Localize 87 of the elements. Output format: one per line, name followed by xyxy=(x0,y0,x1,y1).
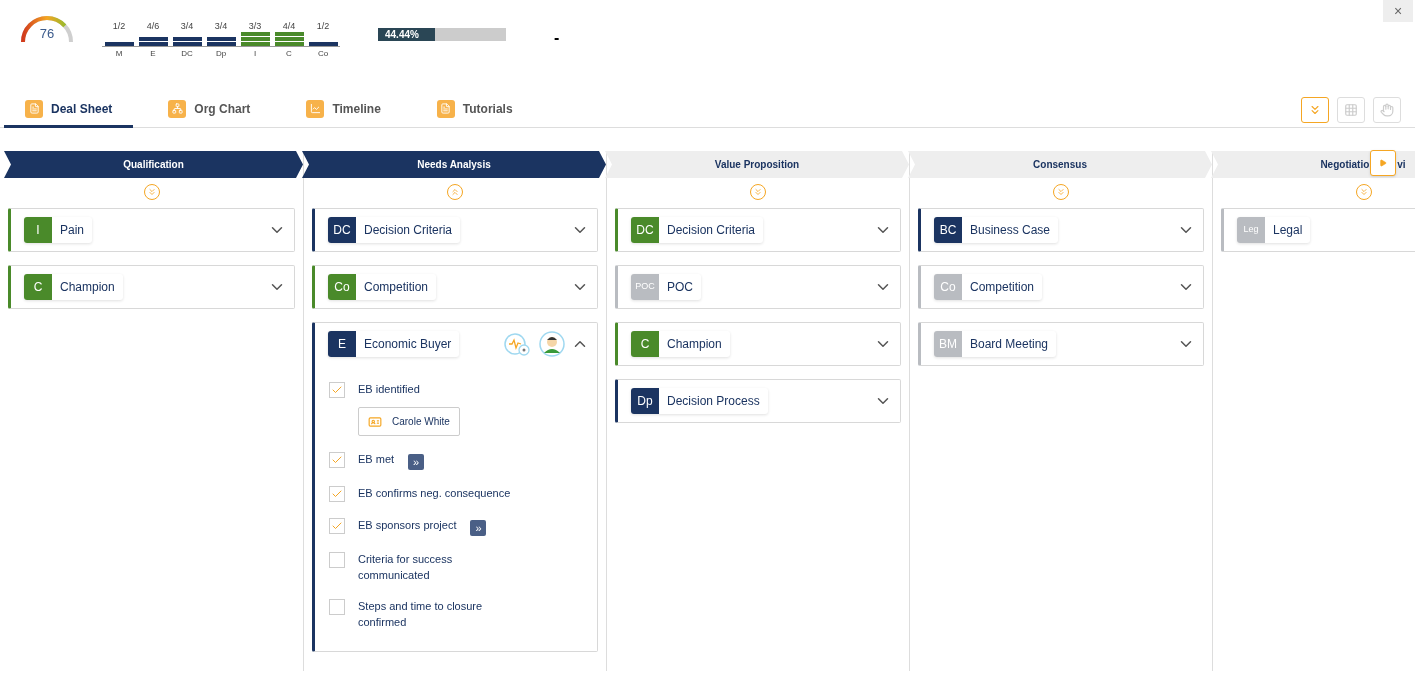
score-label: M xyxy=(115,48,123,60)
stage-step[interactable]: Qualification xyxy=(4,151,303,178)
section-title: Champion xyxy=(666,336,723,353)
play-icon xyxy=(1379,159,1387,167)
checklist-label: EB confirms neg. consequence xyxy=(358,486,511,501)
forward-button[interactable]: » xyxy=(408,454,425,470)
section-badge: DC xyxy=(328,217,356,243)
dash-text: - xyxy=(554,28,560,48)
section-badge: I xyxy=(24,217,52,243)
section-badge: C xyxy=(631,331,659,357)
score-fraction: 3/4 xyxy=(214,20,228,32)
checklist-label: Criteria for success communicated xyxy=(358,552,454,583)
score-fraction: 4/4 xyxy=(282,20,296,32)
avatar-icon xyxy=(539,331,565,357)
score-label: DC xyxy=(181,48,193,60)
checklist-label: Steps and time to closure confirmed xyxy=(358,599,484,630)
section-badge: Dp xyxy=(631,388,659,414)
section-badge: E xyxy=(328,331,356,357)
score-fraction: 4/6 xyxy=(146,20,160,32)
collapse-all-button[interactable] xyxy=(1301,97,1329,123)
hand-button[interactable] xyxy=(1373,97,1401,123)
section-title: Competition xyxy=(363,279,430,296)
section-title: Competition xyxy=(969,279,1036,296)
section-badge: POC xyxy=(631,274,659,300)
section-title: Champion xyxy=(59,279,116,296)
gauge-value: 76 xyxy=(38,25,56,43)
score-fraction: 3/3 xyxy=(248,20,262,32)
grid-icon xyxy=(1344,103,1358,117)
tab[interactable]: Org Chart xyxy=(147,92,272,128)
section-badge: BM xyxy=(934,331,962,357)
section-title: Pain xyxy=(59,222,86,239)
section-badge: C xyxy=(24,274,52,300)
checkbox[interactable] xyxy=(329,382,345,398)
section-badge: Co xyxy=(328,274,356,300)
section-title: Decision Criteria xyxy=(363,222,454,239)
check-icon xyxy=(331,488,343,500)
section-title: Decision Criteria xyxy=(666,222,757,239)
forward-button[interactable]: » xyxy=(470,520,487,536)
score-label: Co xyxy=(317,48,329,60)
tab[interactable]: Deal Sheet xyxy=(4,92,134,128)
score-label: I xyxy=(253,48,257,60)
checkbox[interactable] xyxy=(329,452,345,468)
score-label: Dp xyxy=(215,48,227,60)
section-title: Economic Buyer xyxy=(363,336,453,353)
section-title: Business Case xyxy=(969,222,1052,239)
score-fraction: 1/2 xyxy=(112,20,126,32)
checkbox[interactable] xyxy=(329,486,345,502)
section-badge: DC xyxy=(631,217,659,243)
score-fraction: 1/2 xyxy=(316,20,330,32)
tab-icon xyxy=(25,99,43,118)
section-badge: Leg xyxy=(1237,217,1265,243)
section-title: Board Meeting xyxy=(969,336,1050,353)
checklist-label: EB met xyxy=(358,452,395,467)
section-badge: Co xyxy=(934,274,962,300)
score-label: E xyxy=(150,48,156,60)
score-fraction: 3/4 xyxy=(180,20,194,32)
grid-button[interactable] xyxy=(1337,97,1365,123)
tab[interactable]: Timeline xyxy=(285,92,402,128)
checkbox[interactable] xyxy=(329,552,345,568)
double-chevron-icon xyxy=(1308,103,1322,117)
activity-icon xyxy=(503,332,531,356)
close-button[interactable]: × xyxy=(1383,0,1413,22)
checkbox[interactable] xyxy=(329,599,345,615)
tab-icon xyxy=(168,99,187,118)
section-title: Legal xyxy=(1272,222,1304,239)
stage-step[interactable]: Needs Analysis xyxy=(302,151,606,178)
progress-text: 44.44% xyxy=(385,28,419,41)
checklist-label: EB sponsors project xyxy=(358,518,457,533)
section-badge: BC xyxy=(934,217,962,243)
stage-step[interactable]: Consensus xyxy=(908,151,1212,178)
contact-icon xyxy=(368,414,382,429)
checkbox[interactable] xyxy=(329,518,345,534)
check-icon xyxy=(331,520,343,532)
tab-icon xyxy=(436,99,455,118)
tab-icon xyxy=(306,99,325,118)
contact-name: Carole White xyxy=(392,415,450,429)
check-icon xyxy=(331,454,343,466)
scroll-right-button[interactable] xyxy=(1370,150,1396,176)
tab[interactable]: Tutorials xyxy=(415,92,534,128)
score-label: C xyxy=(286,48,292,60)
section-title: Decision Process xyxy=(666,393,761,410)
section-title: POC xyxy=(666,279,694,296)
check-icon xyxy=(331,384,343,396)
checklist-label: EB identified xyxy=(358,382,420,397)
contact-chip[interactable]: Carole White xyxy=(358,407,460,436)
hand-icon xyxy=(1380,103,1394,117)
stage-step[interactable]: Value Proposition xyxy=(605,151,909,178)
